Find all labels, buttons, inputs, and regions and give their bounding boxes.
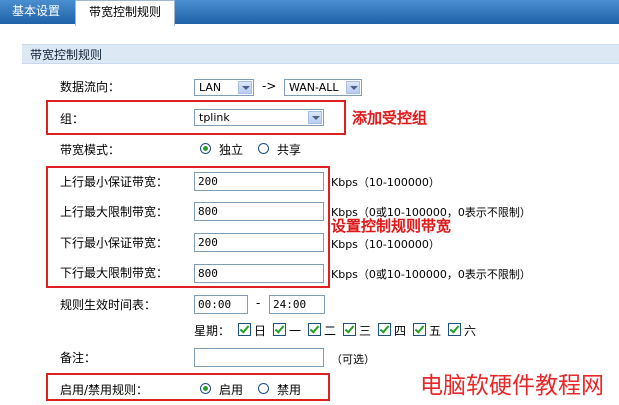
week-label: 星期：	[194, 324, 231, 338]
flow-from-select[interactable]: LAN	[194, 79, 254, 96]
group-select[interactable]: tplink	[194, 109, 324, 126]
watermark-text: 电脑软硬件教程网	[420, 373, 604, 399]
flow-to-value: WAN-ALL	[289, 81, 339, 94]
week-day-6-label: 六	[464, 324, 477, 338]
mode-label: 带宽模式：	[60, 143, 121, 157]
week-day-5-label: 五	[429, 324, 442, 338]
mode-independent-radio[interactable]	[200, 143, 211, 154]
flow-label: 数据流向：	[60, 80, 121, 94]
flow-to-select[interactable]: WAN-ALL	[284, 79, 362, 96]
chevron-down-icon	[308, 111, 322, 124]
note-label: 备注：	[60, 351, 97, 365]
flow-arrow: ->	[262, 79, 277, 93]
flow-from-value: LAN	[199, 81, 222, 94]
enable-off-label: 禁用	[277, 383, 302, 397]
down-min-input[interactable]: 200	[194, 233, 324, 252]
up-max-input[interactable]: 800	[194, 202, 324, 221]
tab-bandwidth-rules[interactable]: 带宽控制规则	[75, 0, 175, 26]
down-max-hint: Kbps（0或10-100000，0表示不限制）	[331, 268, 531, 281]
schedule-dash: -	[256, 296, 261, 310]
week-day-2-checkbox[interactable]	[308, 323, 321, 336]
week-day-3-checkbox[interactable]	[343, 323, 356, 336]
week-day-6-checkbox[interactable]	[448, 323, 461, 336]
group-label: 组：	[60, 112, 85, 126]
down-max-label: 下行最大限制带宽：	[60, 266, 169, 280]
week-day-2-label: 二	[324, 324, 337, 338]
tab-basic-settings[interactable]: 基本设置	[0, 0, 72, 24]
mode-shared-radio[interactable]	[258, 143, 269, 154]
note-hint: （可选）	[331, 353, 375, 366]
enable-off-radio[interactable]	[258, 383, 269, 394]
schedule-start-input[interactable]: 00:00	[194, 295, 248, 314]
down-min-label: 下行最小保证带宽：	[60, 236, 169, 250]
annotation-set-bandwidth: 设置控制规则带宽	[331, 217, 452, 235]
week-day-1-checkbox[interactable]	[273, 323, 286, 336]
week-day-4-label: 四	[394, 324, 407, 338]
week-day-5-checkbox[interactable]	[413, 323, 426, 336]
up-min-input[interactable]: 200	[194, 172, 324, 191]
up-min-label: 上行最小保证带宽：	[60, 175, 169, 189]
up-min-hint: Kbps（10-100000）	[331, 176, 440, 189]
chevron-down-icon	[346, 81, 360, 94]
group-value: tplink	[199, 111, 230, 124]
week-day-0-checkbox[interactable]	[238, 323, 251, 336]
enable-label: 启用/禁用规则：	[60, 383, 149, 397]
down-min-hint: Kbps（10-100000）	[331, 238, 440, 251]
panel-title: 带宽控制规则	[22, 44, 619, 64]
mode-shared-label: 共享	[277, 143, 302, 157]
enable-on-radio[interactable]	[200, 383, 211, 394]
schedule-label: 规则生效时间表：	[60, 298, 157, 312]
week-day-1-label: 一	[289, 324, 302, 338]
week-day-0-label: 日	[254, 324, 267, 338]
mode-independent-label: 独立	[219, 143, 244, 157]
week-day-4-checkbox[interactable]	[378, 323, 391, 336]
chevron-down-icon	[238, 81, 252, 94]
up-max-label: 上行最大限制带宽：	[60, 205, 169, 219]
note-input[interactable]	[194, 348, 324, 367]
week-day-3-label: 三	[359, 324, 372, 338]
schedule-end-input[interactable]: 24:00	[269, 295, 325, 314]
enable-on-label: 启用	[219, 383, 244, 397]
annotation-add-group: 添加受控组	[352, 109, 428, 127]
down-max-input[interactable]: 800	[194, 264, 324, 283]
